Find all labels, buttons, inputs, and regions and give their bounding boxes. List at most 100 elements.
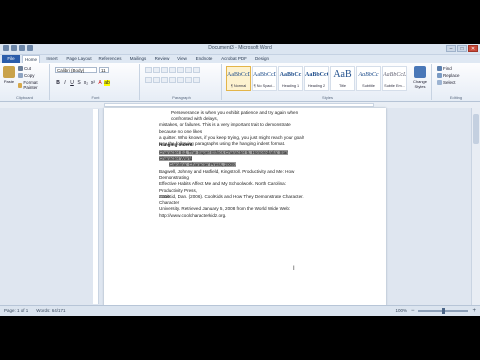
show-marks-icon[interactable] xyxy=(193,67,200,73)
ribbon: Paste Cut Copy Format Painter Clipboard … xyxy=(0,63,480,102)
maximize-button[interactable]: □ xyxy=(457,45,467,52)
scissors-icon xyxy=(18,66,23,71)
borders-icon[interactable] xyxy=(193,77,200,83)
increase-indent-icon[interactable] xyxy=(177,67,184,73)
tab-acrobat-pdf[interactable]: Acrobat PDF xyxy=(218,55,250,63)
strikethrough-icon[interactable]: S xyxy=(76,80,82,86)
selected-text[interactable]: Character Ed, The Super Ethics Character… xyxy=(159,150,288,162)
ruler-text-area xyxy=(104,103,374,107)
zoom-slider[interactable] xyxy=(418,308,469,314)
paragraph-row-1 xyxy=(145,67,200,73)
align-center-icon[interactable] xyxy=(153,77,160,83)
paste-button[interactable]: Paste xyxy=(2,65,16,84)
font-color-icon[interactable]: A xyxy=(97,80,103,86)
tab-file[interactable]: File xyxy=(2,55,20,63)
highlight-icon[interactable]: ab xyxy=(104,80,110,86)
copy-button[interactable]: Copy xyxy=(18,73,35,78)
select-button[interactable]: Select xyxy=(437,80,456,85)
sort-icon[interactable] xyxy=(185,67,192,73)
format-painter-label: Format Painter xyxy=(23,80,38,90)
style-normal-name: ¶ Normal xyxy=(230,84,247,88)
style-no-spacing[interactable]: AaBbCcDc ¶ No Spaci... xyxy=(252,66,277,91)
tab-review[interactable]: Review xyxy=(152,55,172,63)
vertical-ruler[interactable] xyxy=(93,109,99,304)
tab-mailings[interactable]: Mailings xyxy=(126,55,150,63)
tab-page-layout[interactable]: Page Layout xyxy=(64,55,94,63)
align-left-icon[interactable] xyxy=(145,77,152,83)
tab-home[interactable]: Home xyxy=(22,55,40,63)
line-spacing-icon[interactable] xyxy=(177,77,184,83)
shading-icon[interactable] xyxy=(185,77,192,83)
style-title-name: Title xyxy=(338,84,347,88)
word-count[interactable]: Words: 64/171 xyxy=(36,306,65,316)
tab-endnote[interactable]: Endnote xyxy=(192,55,216,63)
justify-icon[interactable] xyxy=(169,77,176,83)
scrollbar-thumb[interactable] xyxy=(473,114,479,144)
align-right-icon[interactable] xyxy=(161,77,168,83)
italic-icon[interactable]: I xyxy=(62,80,68,86)
style-normal[interactable]: AaBbCcDc ¶ Normal xyxy=(226,66,251,91)
document-page[interactable]: Perseverance is when you exhibit patienc… xyxy=(104,108,386,306)
copy-label: Copy xyxy=(24,73,35,78)
citation-line: CoolKid, Dan. (2006). CoolKids and How T… xyxy=(159,194,304,206)
style-subtle-emphasis[interactable]: AaBbCcL Subtle Em... xyxy=(382,66,407,91)
font-format-buttons: B I U S x₂ x² A ab xyxy=(55,80,110,86)
zoom-out-icon[interactable]: − xyxy=(411,306,415,316)
paragraph-group-label: Paragraph xyxy=(172,95,191,100)
paste-icon xyxy=(3,66,15,78)
underline-icon[interactable]: U xyxy=(69,80,75,86)
style-heading-1[interactable]: AaBbCc Heading 1 xyxy=(278,66,303,91)
selected-text[interactable]: Carolina: Character Press, 2009. xyxy=(169,162,236,168)
cut-button[interactable]: Cut xyxy=(18,66,31,71)
tab-design[interactable]: Design xyxy=(252,55,272,63)
copy-icon xyxy=(18,73,23,78)
page-count[interactable]: Page: 1 of 1 xyxy=(4,306,28,316)
close-button[interactable]: ✕ xyxy=(468,45,478,52)
zoom-level[interactable]: 100% xyxy=(395,306,407,316)
vertical-scrollbar[interactable] xyxy=(471,108,480,306)
style-title[interactable]: AaB Title xyxy=(330,66,355,91)
citation-line: University. Retrieved January 5, 2008 fr… xyxy=(159,206,291,212)
superscript-icon[interactable]: x² xyxy=(90,80,96,86)
citation-line: Effective Habits Affect Me and My School… xyxy=(159,181,286,193)
subscript-icon[interactable]: x₂ xyxy=(83,80,89,86)
citation-line: http://www.coolcharacterkidz.org. xyxy=(159,212,227,218)
tab-references[interactable]: References xyxy=(96,55,124,63)
binoculars-icon xyxy=(437,66,442,71)
format-painter-button[interactable]: Format Painter xyxy=(18,80,49,90)
style-heading-2[interactable]: AaBbCcC Heading 2 xyxy=(304,66,329,91)
text-cursor-icon: I xyxy=(293,266,295,272)
ribbon-tabs: File Home Insert Page Layout References … xyxy=(0,55,480,63)
minimize-button[interactable]: – xyxy=(446,45,456,52)
paragraph-line: Perseverance is when you exhibit patienc… xyxy=(171,110,299,122)
style-heading-2-preview: AaBbCcC xyxy=(305,72,328,78)
font-name-select[interactable]: Calibri (Body) xyxy=(55,67,97,73)
numbering-icon[interactable] xyxy=(153,67,160,73)
replace-label: Replace xyxy=(443,73,460,78)
tab-view[interactable]: View xyxy=(174,55,190,63)
paragraph-group: Paragraph xyxy=(142,64,222,100)
decrease-indent-icon[interactable] xyxy=(169,67,176,73)
find-button[interactable]: Find xyxy=(437,66,452,71)
styles-group: AaBbCcDc ¶ Normal AaBbCcDc ¶ No Spaci... A… xyxy=(224,64,432,100)
style-no-spacing-preview: AaBbCcDc xyxy=(253,72,276,78)
bullets-icon[interactable] xyxy=(145,67,152,73)
style-subtle-emphasis-preview: AaBbCcL xyxy=(383,72,406,78)
zoom-slider-handle[interactable] xyxy=(442,308,446,314)
replace-button[interactable]: Replace xyxy=(437,73,460,78)
find-label: Find xyxy=(443,66,452,71)
paragraph-row-2 xyxy=(145,77,200,83)
font-size-select[interactable]: 11 xyxy=(99,67,109,73)
change-styles-button[interactable]: Change Styles xyxy=(410,65,430,89)
style-subtitle-preview: AaBbCc xyxy=(358,72,379,78)
clipboard-group-label: Clipboard xyxy=(15,95,34,100)
tab-insert[interactable]: Insert xyxy=(42,55,62,63)
multilevel-list-icon[interactable] xyxy=(161,67,168,73)
style-no-spacing-name: ¶ No Spaci... xyxy=(253,84,276,88)
style-subtitle-name: Subtitle xyxy=(362,84,375,88)
style-heading-1-preview: AaBbCc xyxy=(279,72,302,78)
font-group-label: Font xyxy=(91,95,100,100)
zoom-in-icon[interactable]: + xyxy=(472,306,476,316)
style-subtitle[interactable]: AaBbCc Subtitle xyxy=(356,66,381,91)
bold-icon[interactable]: B xyxy=(55,80,61,86)
